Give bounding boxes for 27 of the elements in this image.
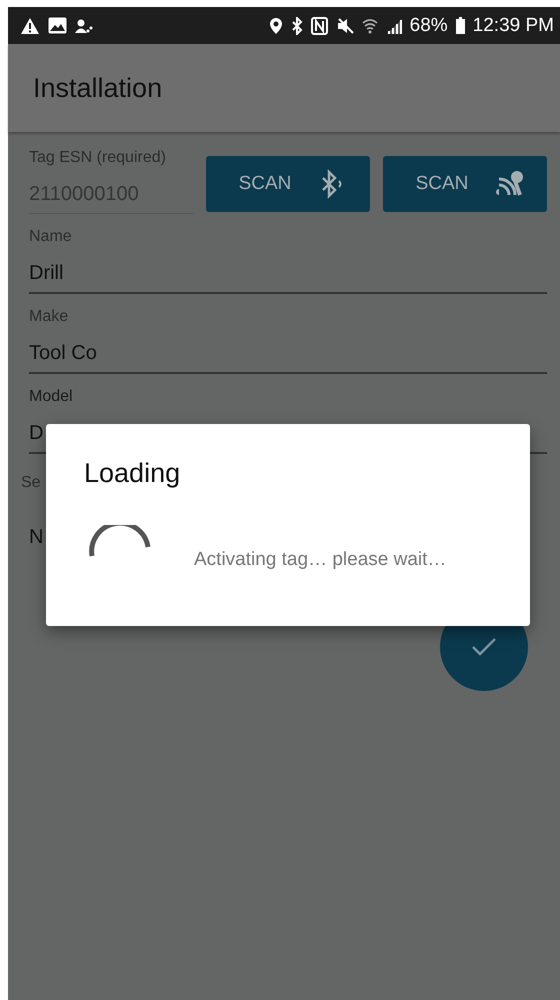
clock-time: 12:39 PM [472,14,554,36]
screen-title: Installation [33,72,162,104]
scan-button[interactable]: SCAN [206,156,370,212]
dialog-title: Loading [84,458,180,489]
bluetooth-icon [290,16,303,34]
input-field[interactable]: Drill [29,246,547,294]
input-field[interactable]: Tool Co [29,326,547,374]
image-icon [48,17,67,34]
signal-icon [386,18,402,34]
location-pin-icon [268,16,283,34]
battery-percentage: 68% [410,14,448,36]
wifi-icon [362,18,378,34]
field-label: Tag ESN (required) [29,149,166,167]
field-label: Se [21,474,41,492]
warning-icon [20,16,40,34]
nfc-icon [310,16,328,34]
list-item-text: N [29,526,44,549]
field-label: Model [29,388,73,406]
field-label: Make [29,308,68,326]
loading-spinner-icon [88,525,152,559]
dialog-message: Activating tag… please wait… [194,549,446,571]
field-label: Name [29,228,72,246]
scan-button[interactable]: SCAN [383,156,547,212]
person-icon [75,18,93,34]
check-icon [471,637,497,657]
mute-icon [336,16,354,34]
battery-icon [456,17,465,34]
